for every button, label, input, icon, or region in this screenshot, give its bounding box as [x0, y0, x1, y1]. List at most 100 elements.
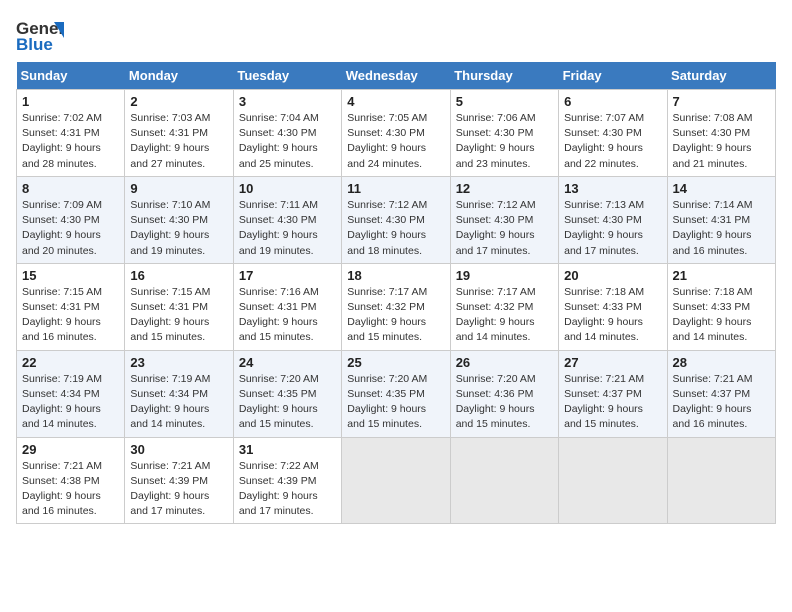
logo: General Blue [16, 16, 66, 54]
day-detail: Sunrise: 7:18 AMSunset: 4:33 PMDaylight:… [673, 285, 770, 346]
day-detail: Sunrise: 7:13 AMSunset: 4:30 PMDaylight:… [564, 198, 661, 259]
calendar-cell: 1Sunrise: 7:02 AMSunset: 4:31 PMDaylight… [17, 90, 125, 177]
day-detail: Sunrise: 7:04 AMSunset: 4:30 PMDaylight:… [239, 111, 336, 172]
day-number: 16 [130, 268, 227, 283]
calendar-week-1: 1Sunrise: 7:02 AMSunset: 4:31 PMDaylight… [17, 90, 776, 177]
day-detail: Sunrise: 7:15 AMSunset: 4:31 PMDaylight:… [22, 285, 119, 346]
calendar-cell: 2 Sunrise: 7:03 AMSunset: 4:31 PMDaylight… [125, 90, 233, 177]
calendar-cell: 24Sunrise: 7:20 AMSunset: 4:35 PMDayligh… [233, 350, 341, 437]
column-header-wednesday: Wednesday [342, 62, 450, 90]
day-number: 18 [347, 268, 444, 283]
calendar-cell: 4Sunrise: 7:05 AMSunset: 4:30 PMDaylight… [342, 90, 450, 177]
calendar-cell [667, 437, 775, 524]
day-number: 26 [456, 355, 553, 370]
calendar-cell [342, 437, 450, 524]
calendar-week-4: 22 Sunrise: 7:19 AMSunset: 4:34 PMDayligh… [17, 350, 776, 437]
calendar-cell: 25 Sunrise: 7:20 AMSunset: 4:35 PMDayligh… [342, 350, 450, 437]
calendar-cell [450, 437, 558, 524]
day-number: 3 [239, 94, 336, 109]
day-number: 7 [673, 94, 770, 109]
page-header: General Blue [16, 16, 776, 54]
calendar-cell: 21Sunrise: 7:18 AMSunset: 4:33 PMDayligh… [667, 263, 775, 350]
day-detail: Sunrise: 7:03 AMSunset: 4:31 PMDaylight:… [130, 111, 227, 172]
day-number: 8 [22, 181, 119, 196]
calendar-cell: 9 Sunrise: 7:10 AMSunset: 4:30 PMDaylight… [125, 176, 233, 263]
calendar-cell: 18 Sunrise: 7:17 AMSunset: 4:32 PMDayligh… [342, 263, 450, 350]
calendar-cell: 20 Sunrise: 7:18 AMSunset: 4:33 PMDayligh… [559, 263, 667, 350]
calendar-cell: 16 Sunrise: 7:15 AMSunset: 4:31 PMDayligh… [125, 263, 233, 350]
day-detail: Sunrise: 7:21 AMSunset: 4:37 PMDaylight:… [564, 372, 661, 433]
calendar-cell: 13 Sunrise: 7:13 AMSunset: 4:30 PMDayligh… [559, 176, 667, 263]
calendar-cell: 26Sunrise: 7:20 AMSunset: 4:36 PMDayligh… [450, 350, 558, 437]
day-detail: Sunrise: 7:10 AMSunset: 4:30 PMDaylight:… [130, 198, 227, 259]
column-header-monday: Monday [125, 62, 233, 90]
day-number: 27 [564, 355, 661, 370]
calendar-cell: 12 Sunrise: 7:12 AMSunset: 4:30 PMDayligh… [450, 176, 558, 263]
day-number: 13 [564, 181, 661, 196]
column-header-tuesday: Tuesday [233, 62, 341, 90]
logo-icon: General Blue [16, 16, 64, 54]
day-detail: Sunrise: 7:20 AMSunset: 4:35 PMDaylight:… [347, 372, 444, 433]
day-detail: Sunrise: 7:19 AMSunset: 4:34 PMDaylight:… [22, 372, 119, 433]
day-detail: Sunrise: 7:09 AMSunset: 4:30 PMDaylight:… [22, 198, 119, 259]
day-number: 5 [456, 94, 553, 109]
day-detail: Sunrise: 7:21 AMSunset: 4:38 PMDaylight:… [22, 459, 119, 520]
calendar-cell: 17 Sunrise: 7:16 AMSunset: 4:31 PMDayligh… [233, 263, 341, 350]
calendar-cell: 10Sunrise: 7:11 AMSunset: 4:30 PMDayligh… [233, 176, 341, 263]
day-number: 28 [673, 355, 770, 370]
day-number: 12 [456, 181, 553, 196]
day-detail: Sunrise: 7:17 AMSunset: 4:32 PMDaylight:… [347, 285, 444, 346]
day-detail: Sunrise: 7:17 AMSunset: 4:32 PMDaylight:… [456, 285, 553, 346]
column-header-saturday: Saturday [667, 62, 775, 90]
calendar-cell: 30Sunrise: 7:21 AMSunset: 4:39 PMDayligh… [125, 437, 233, 524]
day-number: 22 [22, 355, 119, 370]
calendar-week-3: 15 Sunrise: 7:15 AMSunset: 4:31 PMDayligh… [17, 263, 776, 350]
day-detail: Sunrise: 7:22 AMSunset: 4:39 PMDaylight:… [239, 459, 336, 520]
calendar-cell: 27 Sunrise: 7:21 AMSunset: 4:37 PMDayligh… [559, 350, 667, 437]
calendar-cell: 3 Sunrise: 7:04 AMSunset: 4:30 PMDaylight… [233, 90, 341, 177]
calendar-cell [559, 437, 667, 524]
day-number: 17 [239, 268, 336, 283]
calendar-cell: 8 Sunrise: 7:09 AMSunset: 4:30 PMDaylight… [17, 176, 125, 263]
day-number: 9 [130, 181, 227, 196]
calendar-cell: 15 Sunrise: 7:15 AMSunset: 4:31 PMDayligh… [17, 263, 125, 350]
column-header-thursday: Thursday [450, 62, 558, 90]
day-detail: Sunrise: 7:19 AMSunset: 4:34 PMDaylight:… [130, 372, 227, 433]
calendar-cell: 23 Sunrise: 7:19 AMSunset: 4:34 PMDayligh… [125, 350, 233, 437]
day-number: 10 [239, 181, 336, 196]
calendar-cell: 5 Sunrise: 7:06 AMSunset: 4:30 PMDaylight… [450, 90, 558, 177]
day-number: 1 [22, 94, 119, 109]
day-detail: Sunrise: 7:15 AMSunset: 4:31 PMDaylight:… [130, 285, 227, 346]
calendar-cell: 31 Sunrise: 7:22 AMSunset: 4:39 PMDayligh… [233, 437, 341, 524]
day-number: 31 [239, 442, 336, 457]
day-number: 4 [347, 94, 444, 109]
day-number: 19 [456, 268, 553, 283]
day-detail: Sunrise: 7:06 AMSunset: 4:30 PMDaylight:… [456, 111, 553, 172]
calendar-cell: 29Sunrise: 7:21 AMSunset: 4:38 PMDayligh… [17, 437, 125, 524]
svg-text:Blue: Blue [16, 35, 53, 54]
day-number: 25 [347, 355, 444, 370]
calendar-cell: 14Sunrise: 7:14 AMSunset: 4:31 PMDayligh… [667, 176, 775, 263]
day-detail: Sunrise: 7:12 AMSunset: 4:30 PMDaylight:… [456, 198, 553, 259]
day-number: 14 [673, 181, 770, 196]
day-detail: Sunrise: 7:12 AMSunset: 4:30 PMDaylight:… [347, 198, 444, 259]
day-number: 20 [564, 268, 661, 283]
calendar-cell: 28 Sunrise: 7:21 AMSunset: 4:37 PMDayligh… [667, 350, 775, 437]
calendar-week-5: 29Sunrise: 7:21 AMSunset: 4:38 PMDayligh… [17, 437, 776, 524]
column-header-friday: Friday [559, 62, 667, 90]
day-detail: Sunrise: 7:16 AMSunset: 4:31 PMDaylight:… [239, 285, 336, 346]
day-number: 6 [564, 94, 661, 109]
calendar-cell: 22 Sunrise: 7:19 AMSunset: 4:34 PMDayligh… [17, 350, 125, 437]
column-header-sunday: Sunday [17, 62, 125, 90]
day-number: 23 [130, 355, 227, 370]
calendar-header-row: SundayMondayTuesdayWednesdayThursdayFrid… [17, 62, 776, 90]
calendar-cell: 11 Sunrise: 7:12 AMSunset: 4:30 PMDayligh… [342, 176, 450, 263]
day-detail: Sunrise: 7:18 AMSunset: 4:33 PMDaylight:… [564, 285, 661, 346]
day-number: 11 [347, 181, 444, 196]
day-number: 15 [22, 268, 119, 283]
day-number: 2 [130, 94, 227, 109]
calendar-week-2: 8 Sunrise: 7:09 AMSunset: 4:30 PMDaylight… [17, 176, 776, 263]
day-number: 30 [130, 442, 227, 457]
day-detail: Sunrise: 7:21 AMSunset: 4:37 PMDaylight:… [673, 372, 770, 433]
calendar-cell: 19 Sunrise: 7:17 AMSunset: 4:32 PMDayligh… [450, 263, 558, 350]
